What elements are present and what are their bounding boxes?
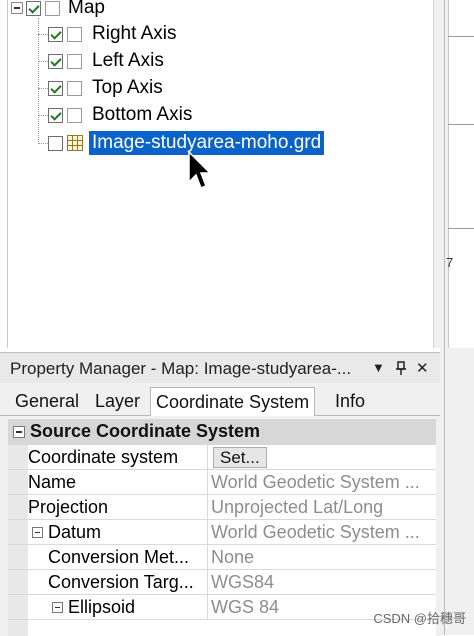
tree-connector: [38, 115, 48, 116]
section-source-coordinate-system[interactable]: Source Coordinate System: [8, 419, 436, 445]
tree-connector: [38, 88, 48, 89]
ruler-tick: [448, 124, 474, 125]
left-axis-checkbox[interactable]: [48, 53, 63, 69]
property-name: Conversion Met...: [8, 545, 208, 570]
property-row-datum[interactable]: Datum World Geodetic System ...: [8, 520, 436, 545]
tree-connector: [38, 34, 48, 35]
property-value: World Geodetic System ...: [211, 472, 420, 492]
dropdown-icon[interactable]: ▼: [372, 360, 385, 375]
property-value: WGS84: [211, 572, 275, 592]
property-value: World Geodetic System ...: [211, 522, 420, 542]
axis-icon: [67, 53, 82, 69]
ruler-marker: 7: [446, 255, 454, 270]
watermark: CSDN @拾穗哥: [373, 611, 466, 626]
vertical-ruler: [448, 0, 474, 348]
map-layer-icon: [45, 0, 60, 16]
property-row-projection[interactable]: Projection Unprojected Lat/Long: [8, 495, 436, 520]
right-axis-label: Right Axis: [92, 23, 177, 44]
mouse-cursor-icon: [188, 150, 212, 189]
section-title: Source Coordinate System: [30, 421, 261, 441]
map-checkbox[interactable]: [26, 0, 41, 16]
left-axis-label: Left Axis: [92, 50, 164, 71]
map-tree-panel: Map Right Axis Left Axis Top Axis Bottom…: [0, 0, 440, 348]
strip-divider: [444, 0, 445, 635]
right-ruler-strip: 7: [440, 0, 474, 635]
tree-item-bottom-axis[interactable]: Bottom Axis: [48, 103, 192, 127]
property-row-name[interactable]: Name World Geodetic System ...: [8, 470, 436, 495]
property-name: Coordinate system: [8, 445, 208, 470]
property-manager-title-bar[interactable]: Property Manager - Map: Image-studyarea-…: [0, 353, 440, 383]
property-name: Projection: [8, 495, 208, 520]
tree-item-left-axis[interactable]: Left Axis: [48, 49, 164, 73]
property-row-coordinate-system[interactable]: Coordinate system Set...: [8, 445, 436, 470]
grid-image-icon: [67, 135, 83, 151]
top-axis-label: Top Axis: [92, 77, 163, 98]
property-name: Ellipsoid: [8, 595, 208, 620]
property-row-conversion-target[interactable]: Conversion Targ... WGS84: [8, 570, 436, 595]
tree-item-top-axis[interactable]: Top Axis: [48, 76, 163, 100]
tab-layer[interactable]: Layer: [90, 387, 145, 415]
pin-icon[interactable]: [396, 361, 406, 376]
tree-left-border: [7, 0, 8, 348]
tab-general[interactable]: General: [10, 387, 84, 415]
property-manager-panel: Property Manager - Map: Image-studyarea-…: [0, 352, 440, 636]
tree-scrollbar-edge[interactable]: [433, 0, 440, 348]
image-layer-checkbox[interactable]: [48, 135, 63, 151]
tree-row-map[interactable]: Map: [11, 0, 105, 20]
property-value: Unprojected Lat/Long: [211, 497, 384, 517]
property-row-ellipsoid[interactable]: Ellipsoid WGS 84: [8, 595, 436, 620]
property-manager-title: Property Manager - Map: Image-studyarea-…: [10, 359, 352, 378]
collapse-icon[interactable]: [13, 426, 25, 438]
close-icon[interactable]: ✕: [416, 359, 429, 377]
property-name: Name: [8, 470, 208, 495]
tree-item-right-axis[interactable]: Right Axis: [48, 22, 176, 46]
collapse-icon[interactable]: [11, 2, 23, 14]
tab-info[interactable]: Info: [330, 387, 370, 415]
axis-icon: [67, 26, 82, 42]
property-value: Set...: [209, 445, 436, 470]
tree-connector: [38, 18, 39, 144]
bottom-axis-label: Bottom Axis: [92, 104, 193, 125]
property-name: Conversion Targ...: [8, 570, 208, 595]
property-value: None: [211, 547, 255, 567]
tree-connector: [38, 61, 48, 62]
tab-coordinate-system[interactable]: Coordinate System: [150, 387, 316, 416]
property-grid: Coordinate system Set... Name World Geod…: [8, 445, 436, 636]
top-axis-checkbox[interactable]: [48, 80, 63, 96]
set-button[interactable]: Set...: [213, 447, 267, 468]
axis-icon: [67, 80, 82, 96]
property-name: Datum: [8, 520, 208, 545]
ruler-tick: [448, 36, 474, 37]
property-tabs: General Layer Coordinate System Info: [0, 383, 440, 416]
tree-connector: [38, 143, 48, 144]
map-label: Map: [68, 0, 105, 18]
ruler-tick: [448, 228, 474, 229]
axis-icon: [67, 107, 82, 123]
right-axis-checkbox[interactable]: [48, 26, 63, 42]
property-row-conversion-method[interactable]: Conversion Met... None: [8, 545, 436, 570]
bottom-axis-checkbox[interactable]: [48, 107, 63, 123]
